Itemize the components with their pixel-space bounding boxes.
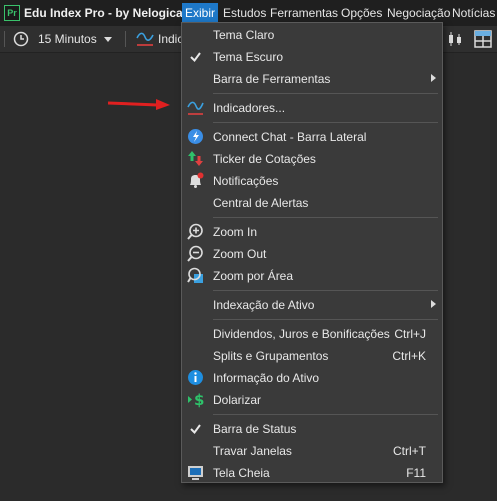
menu-divider (213, 217, 438, 218)
clock-icon[interactable] (13, 31, 29, 47)
app-title: Edu Index Pro - by Nelogica (24, 6, 183, 20)
fullscreen-icon (188, 466, 203, 480)
menu-item-barra-de-ferramentas[interactable]: Barra de Ferramentas (182, 68, 442, 89)
dollar-icon: $ (188, 391, 204, 408)
menu-item-zoom-out[interactable]: Zoom Out (182, 243, 442, 264)
menu-item-label: Tema Escuro (213, 50, 284, 64)
menu-item-shortcut: Ctrl+J (394, 327, 426, 341)
menu-item-label: Ticker de Cotações (213, 152, 316, 166)
chevron-down-icon[interactable] (104, 37, 112, 42)
menu-item-label: Notificações (213, 174, 279, 188)
menu-item-shortcut: Ctrl+T (393, 444, 426, 458)
menu-divider (213, 414, 438, 415)
toolbar-divider (125, 31, 126, 47)
menu-item-label: Connect Chat - Barra Lateral (213, 130, 367, 144)
menu-item-dividendos[interactable]: Dividendos, Juros e Bonificações Ctrl+J (182, 323, 442, 344)
menu-item-label: Indicadores... (213, 101, 286, 115)
menu-divider (213, 93, 438, 94)
bell-icon (190, 172, 204, 188)
svg-text:$: $ (194, 391, 204, 408)
menu-item-tela-cheia[interactable]: Tela Cheia F11 (182, 462, 442, 483)
menu-item-barra-de-status[interactable]: Barra de Status (182, 418, 442, 439)
menu-negociacao[interactable]: Negociação (384, 3, 453, 23)
menu-item-label: Informação do Ativo (213, 371, 320, 385)
menu-item-zoom-por-area[interactable]: Zoom por Área (182, 265, 442, 286)
menu-noticias[interactable]: Notícias (449, 3, 497, 23)
timeframe-select[interactable]: 15 Minutos (38, 32, 97, 46)
menu-divider (213, 319, 438, 320)
menu-item-notificacoes[interactable]: Notificações (182, 170, 442, 191)
menu-item-label: Splits e Grupamentos (213, 349, 329, 363)
checkmark-icon (190, 424, 201, 435)
menu-item-travar-janelas[interactable]: Travar Janelas Ctrl+T (182, 440, 442, 461)
exibir-dropdown-menu: Tema Claro Tema Escuro Barra de Ferramen… (181, 22, 443, 483)
menu-divider (213, 290, 438, 291)
app-logo-icon: Pr (4, 5, 20, 21)
submenu-arrow-icon (431, 74, 436, 82)
zoom-in-icon (187, 223, 203, 240)
menu-item-central-de-alertas[interactable]: Central de Alertas (182, 192, 442, 213)
menu-item-label: Barra de Ferramentas (213, 72, 331, 86)
menu-item-label: Tela Cheia (213, 466, 270, 480)
menu-item-ticker-de-cotacoes[interactable]: Ticker de Cotações (182, 148, 442, 169)
menu-item-indexacao-de-ativo[interactable]: Indexação de Ativo (182, 294, 442, 315)
layout-grid-icon[interactable] (474, 30, 492, 48)
menu-item-label: Central de Alertas (213, 196, 309, 210)
menu-item-dolarizar[interactable]: $ Dolarizar (182, 389, 442, 410)
menu-item-label: Travar Janelas (213, 444, 292, 458)
indicators-icon[interactable] (136, 31, 154, 47)
menu-item-label: Zoom Out (213, 247, 267, 261)
checkmark-icon (190, 52, 201, 63)
menu-item-tema-claro[interactable]: Tema Claro (182, 24, 442, 45)
menu-item-shortcut: F11 (406, 466, 426, 480)
candlestick-icon[interactable] (447, 31, 465, 47)
menu-item-tema-escuro[interactable]: Tema Escuro (182, 46, 442, 67)
menu-item-label: Dividendos, Juros e Bonificações (213, 327, 390, 341)
chat-icon (188, 129, 203, 144)
menu-estudos[interactable]: Estudos (220, 3, 269, 23)
menu-item-label: Zoom por Área (213, 269, 294, 283)
menu-item-zoom-in[interactable]: Zoom In (182, 221, 442, 242)
annotation-arrow-icon (108, 99, 170, 110)
menu-exibir[interactable]: Exibir (182, 3, 219, 23)
menu-item-label: Indexação de Ativo (213, 298, 315, 312)
menu-item-label: Tema Claro (213, 28, 275, 42)
menu-opcoes[interactable]: Opções (338, 3, 385, 23)
zoom-out-icon (187, 245, 203, 262)
menu-item-label: Barra de Status (213, 422, 297, 436)
menu-item-indicadores[interactable]: Indicadores... (182, 97, 442, 118)
info-icon (188, 370, 203, 385)
menu-divider (213, 122, 438, 123)
submenu-arrow-icon (431, 300, 436, 308)
menu-item-informacao-do-ativo[interactable]: Informação do Ativo (182, 367, 442, 388)
indicators-icon (187, 101, 204, 115)
menu-ferramentas[interactable]: Ferramentas (267, 3, 341, 23)
menu-item-shortcut: Ctrl+K (392, 349, 426, 363)
menu-item-connect-chat[interactable]: Connect Chat - Barra Lateral (182, 126, 442, 147)
ticker-icon (188, 151, 203, 166)
menu-item-label: Dolarizar (213, 393, 262, 407)
indicators-button-label[interactable]: Indic (158, 32, 183, 46)
toolbar-divider (4, 31, 5, 47)
menu-item-label: Zoom In (213, 225, 258, 239)
menu-item-splits[interactable]: Splits e Grupamentos Ctrl+K (182, 345, 442, 366)
zoom-area-icon (187, 267, 203, 283)
